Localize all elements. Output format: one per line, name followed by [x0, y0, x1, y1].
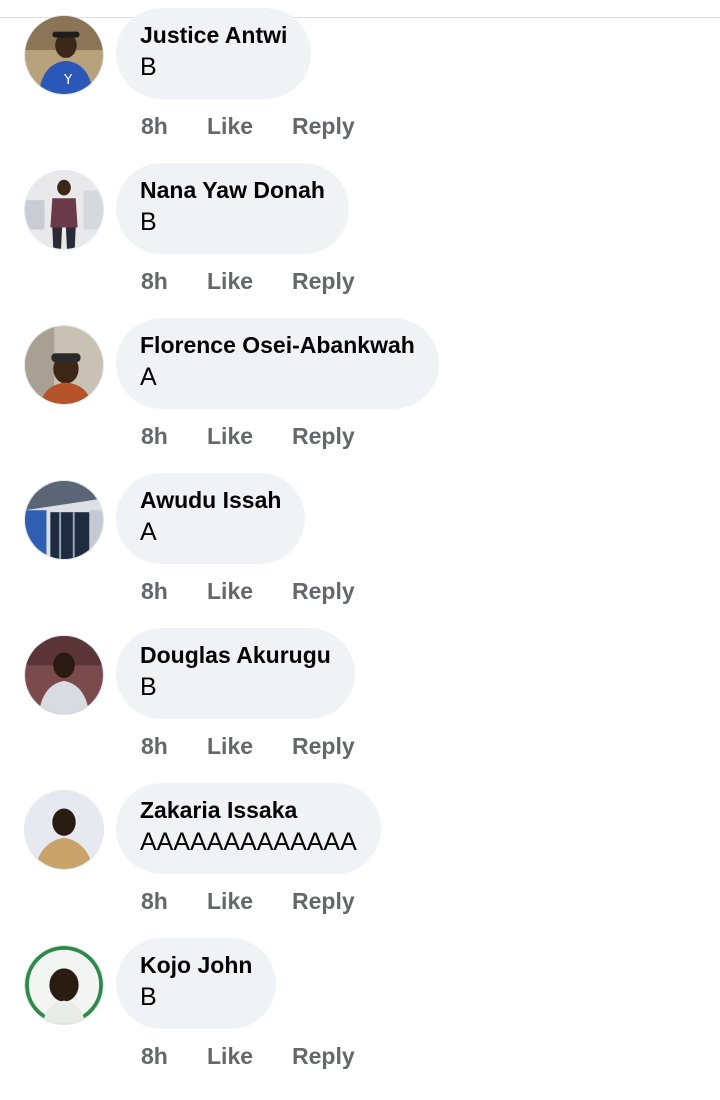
comment-time[interactable]: 8h — [141, 266, 168, 296]
avatar-photo — [25, 636, 103, 714]
reply-button[interactable]: Reply — [292, 266, 355, 296]
comment-bubble: Justice Antwi B — [116, 8, 312, 99]
comment-author[interactable]: Zakaria Issaka — [140, 795, 357, 825]
like-button[interactable]: Like — [207, 111, 253, 141]
comment-bubble: Kojo John B — [116, 938, 277, 1029]
comment-author[interactable]: Awudu Issah — [140, 485, 281, 515]
reply-button[interactable]: Reply — [292, 576, 355, 606]
comment-item: Y Justice Antwi B 8h Like Reply — [0, 8, 720, 170]
comment-time[interactable]: 8h — [141, 576, 168, 606]
comment-author[interactable]: Kojo John — [140, 950, 252, 980]
comment-time[interactable]: 8h — [141, 886, 168, 916]
avatar-photo — [25, 481, 103, 559]
comment-item: Douglas Akurugu B 8h Like Reply — [0, 628, 720, 790]
comment-text: AAAAAAAAAAAAA — [140, 828, 357, 856]
reply-button[interactable]: Reply — [292, 421, 355, 451]
comment-bubble: Zakaria Issaka AAAAAAAAAAAAA — [116, 783, 381, 874]
comment-text: A — [140, 363, 157, 391]
comment-text: B — [140, 983, 157, 1011]
comment-text: A — [140, 518, 157, 546]
like-button[interactable]: Like — [207, 576, 253, 606]
comment-time[interactable]: 8h — [141, 1041, 168, 1071]
comment-author[interactable]: Florence Osei-Abankwah — [140, 330, 415, 360]
comment-item: Nana Yaw Donah B 8h Like Reply — [0, 163, 720, 325]
comment-item: Florence Osei-Abankwah A 8h Like Reply — [0, 318, 720, 480]
avatar-photo — [25, 946, 103, 1024]
comment-time[interactable]: 8h — [141, 421, 168, 451]
comment-bubble: Nana Yaw Donah B — [116, 163, 349, 254]
comment-item: Awudu Issah A 8h Like Reply — [0, 473, 720, 635]
like-button[interactable]: Like — [207, 421, 253, 451]
avatar-photo — [25, 326, 103, 404]
avatar-photo — [25, 791, 103, 869]
avatar[interactable] — [24, 635, 104, 715]
like-button[interactable]: Like — [207, 1041, 253, 1071]
comment-bubble: Awudu Issah A — [116, 473, 306, 564]
comment-text: B — [140, 53, 157, 81]
avatar-photo: Y — [25, 16, 103, 94]
comment-time[interactable]: 8h — [141, 111, 168, 141]
reply-button[interactable]: Reply — [292, 1041, 355, 1071]
comment-author[interactable]: Nana Yaw Donah — [140, 175, 325, 205]
comment-author[interactable]: Douglas Akurugu — [140, 640, 331, 670]
avatar[interactable] — [24, 170, 104, 250]
avatar[interactable]: Y — [24, 15, 104, 95]
like-button[interactable]: Like — [207, 886, 253, 916]
like-button[interactable]: Like — [207, 731, 253, 761]
avatar-photo — [25, 171, 103, 249]
comment-text: B — [140, 208, 157, 236]
comment-bubble: Florence Osei-Abankwah A — [116, 318, 439, 409]
avatar[interactable] — [24, 480, 104, 560]
reply-button[interactable]: Reply — [292, 731, 355, 761]
comment-item: Zakaria Issaka AAAAAAAAAAAAA 8h Like Rep… — [0, 783, 720, 945]
like-button[interactable]: Like — [207, 266, 253, 296]
reply-button[interactable]: Reply — [292, 111, 355, 141]
comment-time[interactable]: 8h — [141, 731, 168, 761]
comment-bubble: Douglas Akurugu B — [116, 628, 355, 719]
svg-text:Y: Y — [63, 72, 73, 88]
reply-button[interactable]: Reply — [292, 886, 355, 916]
avatar[interactable] — [24, 945, 104, 1025]
comment-text: B — [140, 673, 157, 701]
comment-author[interactable]: Justice Antwi — [140, 20, 287, 50]
avatar[interactable] — [24, 790, 104, 870]
avatar[interactable] — [24, 325, 104, 405]
